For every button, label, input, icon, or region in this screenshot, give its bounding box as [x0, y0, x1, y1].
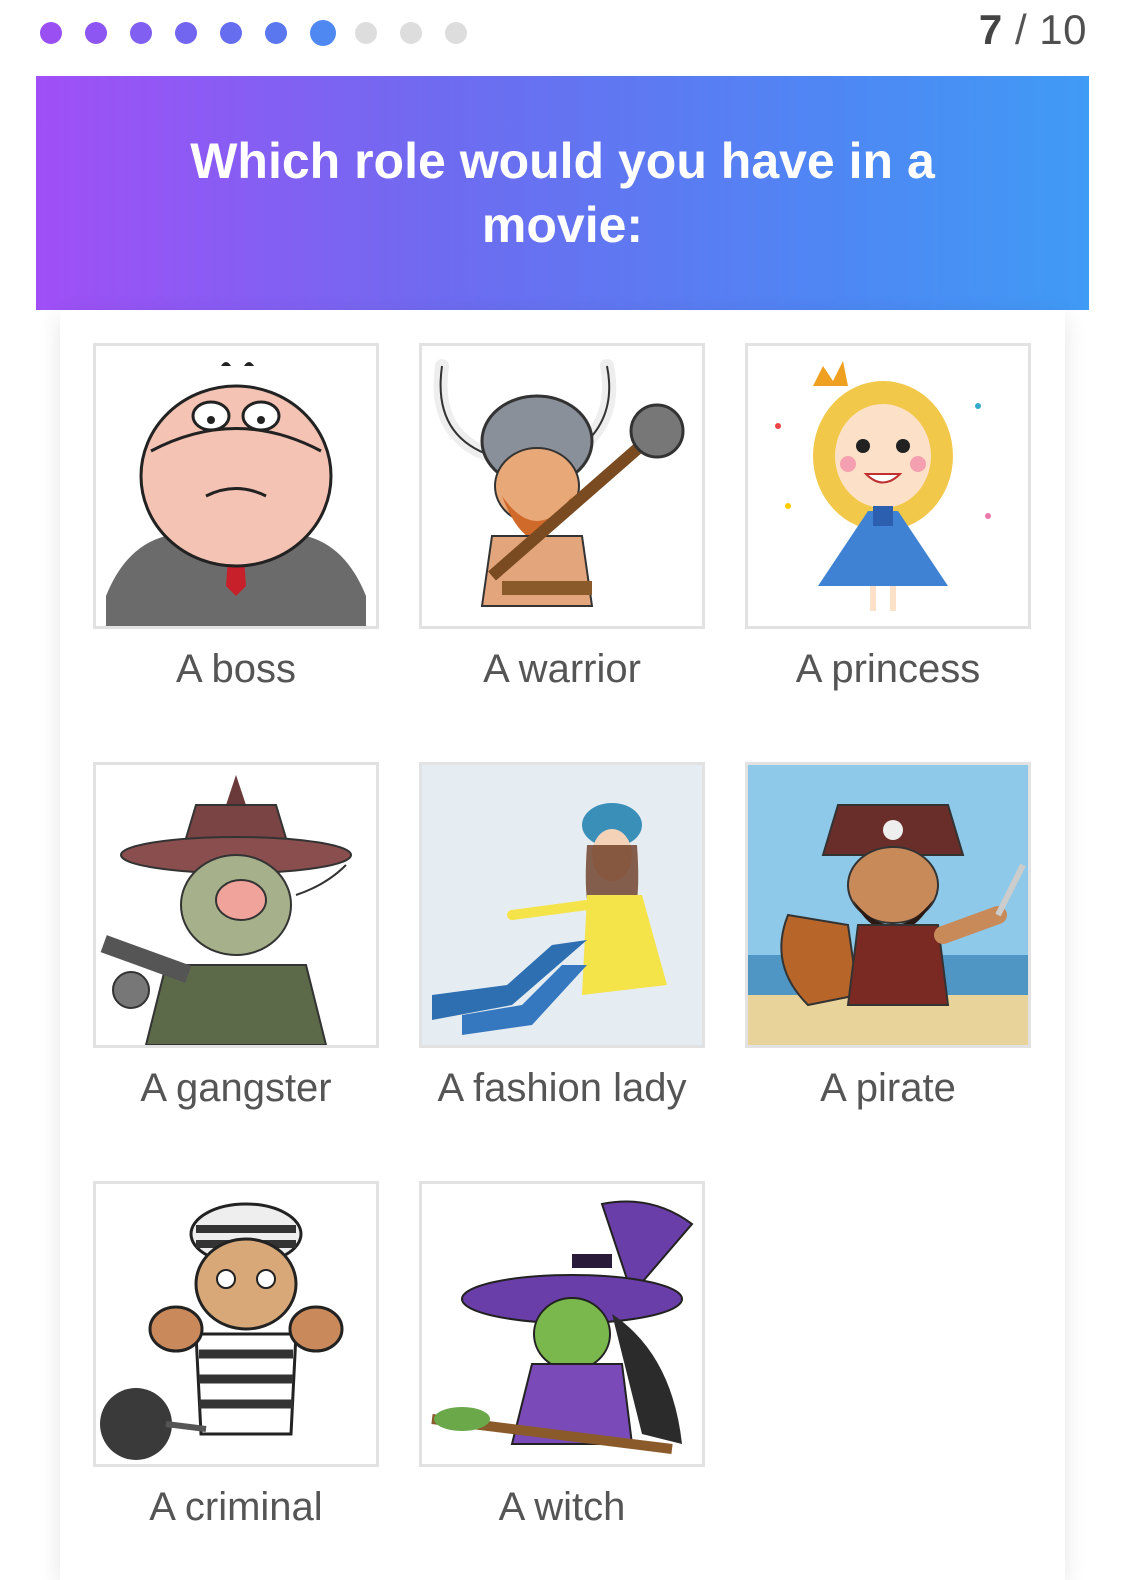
progress-dot: [310, 20, 336, 46]
option-criminal[interactable]: A criminal: [93, 1181, 379, 1530]
option-label: A gangster: [140, 1066, 332, 1110]
warrior-image: [419, 343, 705, 629]
progress-dot: [400, 22, 422, 44]
pirate-image: [745, 762, 1031, 1048]
option-label: A boss: [175, 647, 297, 691]
progress-current: 7: [978, 6, 1003, 53]
progress-dot: [175, 22, 197, 44]
option-boss[interactable]: A boss: [93, 343, 379, 692]
progress-dot: [220, 22, 242, 44]
option-fashion-lady[interactable]: A fashion lady: [419, 762, 705, 1111]
option-label: A criminal: [149, 1485, 323, 1529]
progress-total: 10: [1039, 6, 1087, 53]
progress-separator: /: [1014, 6, 1028, 53]
option-warrior[interactable]: A warrior: [419, 343, 705, 692]
option-label: A fashion lady: [437, 1066, 687, 1110]
option-label: A witch: [498, 1485, 626, 1529]
fashion-lady-image: [419, 762, 705, 1048]
option-witch[interactable]: A witch: [419, 1181, 705, 1530]
witch-image: [419, 1181, 705, 1467]
progress-dot: [85, 22, 107, 44]
progress-dot: [265, 22, 287, 44]
question-text: Which role would you have in a movie:: [190, 133, 935, 253]
option-label: A princess: [795, 647, 981, 691]
option-label: A warrior: [483, 647, 641, 691]
criminal-image: [93, 1181, 379, 1467]
options-card: A boss A warrior A princess A gangster A…: [60, 310, 1065, 1580]
question-banner: Which role would you have in a movie:: [36, 76, 1089, 310]
progress-dot: [130, 22, 152, 44]
boss-image: [93, 343, 379, 629]
option-princess[interactable]: A princess: [745, 343, 1031, 692]
princess-image: [745, 343, 1031, 629]
option-label: A pirate: [820, 1066, 956, 1110]
option-pirate[interactable]: A pirate: [745, 762, 1031, 1111]
progress-dot: [445, 22, 467, 44]
option-gangster[interactable]: A gangster: [93, 762, 379, 1111]
progress-dot: [355, 22, 377, 44]
progress-counter: 7 / 10: [979, 6, 1087, 54]
progress-dot: [40, 22, 62, 44]
gangster-image: [93, 762, 379, 1048]
